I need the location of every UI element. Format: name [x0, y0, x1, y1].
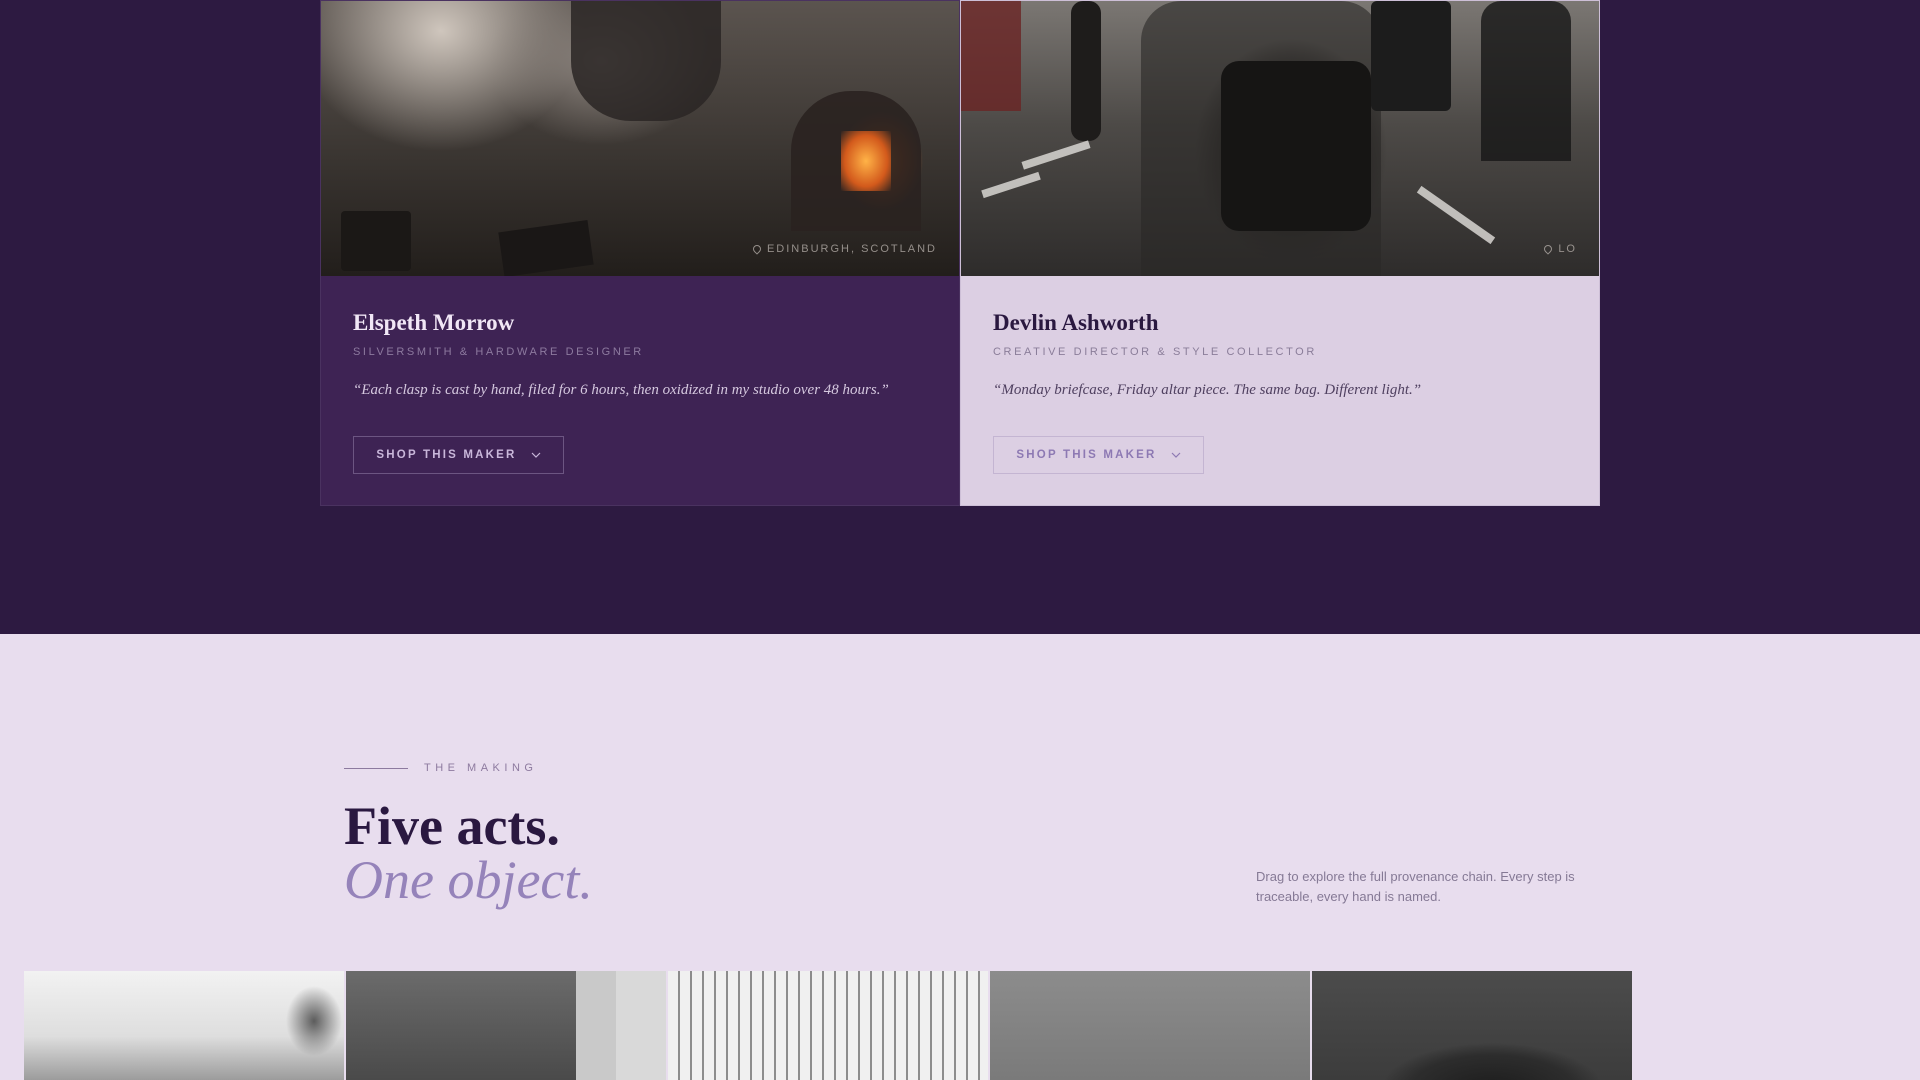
eyebrow-divider [344, 767, 408, 769]
maker-role: SILVERSMITH & HARDWARE DESIGNER [353, 346, 644, 358]
maker-role: CREATIVE DIRECTOR & STYLE COLLECTOR [993, 346, 1317, 358]
maker-card-devlin: LO Devlin Ashworth CREATIVE DIRECTOR & S… [960, 0, 1600, 506]
gallery-image-bag[interactable] [1312, 971, 1632, 1080]
pin-icon [1542, 243, 1554, 255]
gallery-image-leather[interactable] [990, 971, 1310, 1080]
section-note: Drag to explore the full provenance chai… [1256, 869, 1575, 904]
shop-this-maker-button[interactable]: SHOP THIS MAKER [993, 436, 1204, 474]
maker-quote: “Each clasp is cast by hand, filed for 6… [353, 382, 889, 398]
photo-location: EDINBURGH, SCOTLAND [751, 243, 937, 255]
shop-button-label: SHOP THIS MAKER [376, 449, 517, 461]
pin-icon [751, 243, 763, 255]
maker-photo-workshop: EDINBURGH, SCOTLAND [321, 1, 959, 276]
provenance-gallery[interactable] [24, 971, 1634, 1080]
gallery-image-harbor[interactable] [24, 971, 344, 1080]
makers-section: EDINBURGH, SCOTLAND Elspeth Morrow SILVE… [0, 0, 1920, 634]
gallery-image-celtic-pattern[interactable] [668, 971, 988, 1080]
maker-name: Devlin Ashworth [993, 310, 1159, 335]
maker-photo-street: LO [961, 1, 1599, 276]
gallery-image-workbench[interactable] [346, 971, 666, 1080]
photo-location: LO [1542, 243, 1577, 255]
maker-name: Elspeth Morrow [353, 310, 515, 335]
section-subtitle: One object. [344, 850, 593, 910]
section-title: Five acts. [344, 796, 560, 856]
chevron-down-icon [531, 452, 540, 458]
section-eyebrow: THE MAKING [344, 762, 537, 774]
shop-button-label: SHOP THIS MAKER [1016, 449, 1157, 461]
maker-card-elspeth: EDINBURGH, SCOTLAND Elspeth Morrow SILVE… [320, 0, 960, 506]
eyebrow-label: THE MAKING [424, 762, 538, 774]
chevron-down-icon [1171, 452, 1180, 458]
shop-this-maker-button[interactable]: SHOP THIS MAKER [353, 436, 564, 474]
maker-quote: “Monday briefcase, Friday altar piece. T… [993, 382, 1422, 398]
